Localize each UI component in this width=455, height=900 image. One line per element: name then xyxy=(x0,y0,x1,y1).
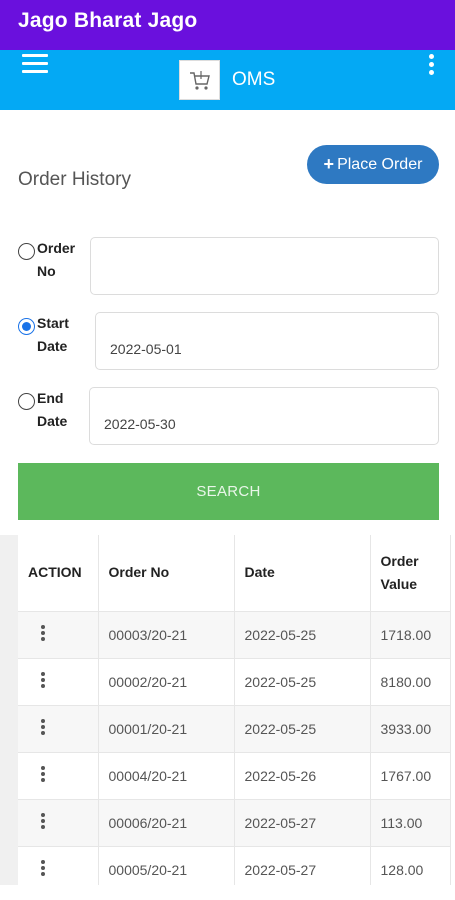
more-vert-icon[interactable] xyxy=(424,54,438,78)
radio-start-date[interactable] xyxy=(18,318,35,335)
order-no-cell: 00004/20-21 xyxy=(98,752,235,800)
start-date-label: Start Date xyxy=(37,315,69,354)
place-order-button[interactable]: + Place Order xyxy=(307,145,439,184)
header-action: ACTION xyxy=(18,535,99,612)
order-no-cell: 00001/20-21 xyxy=(98,705,235,753)
orders-table: ACTION Order No Date Order Value 00003/2… xyxy=(18,535,451,885)
search-button[interactable]: SEARCH xyxy=(18,463,439,520)
order-no-cell: 00002/20-21 xyxy=(98,658,235,706)
row-more-icon[interactable] xyxy=(38,671,48,692)
date-cell: 2022-05-25 xyxy=(234,658,371,706)
end-date-input[interactable]: 2022-05-30 xyxy=(89,387,439,445)
app-title: Jago Bharat Jago xyxy=(18,9,198,32)
hamburger-icon[interactable] xyxy=(22,54,48,76)
row-more-icon[interactable] xyxy=(38,859,48,880)
header-date: Date xyxy=(234,535,371,612)
order-value-cell: 128.00 xyxy=(370,846,451,885)
plus-icon: + xyxy=(323,154,335,174)
end-date-label: End Date xyxy=(37,390,68,429)
row-more-icon[interactable] xyxy=(38,765,48,786)
row-action-cell xyxy=(18,799,99,847)
row-action-cell xyxy=(18,752,99,800)
header-order-value: Order Value xyxy=(370,535,451,612)
table-row[interactable]: 00005/20-21 2022-05-27 128.00 xyxy=(18,846,451,885)
brand-name: OMS xyxy=(232,69,276,90)
row-action-cell xyxy=(18,705,99,753)
table-row[interactable]: 00006/20-21 2022-05-27 113.00 xyxy=(18,799,451,847)
radio-order-no[interactable] xyxy=(18,243,35,260)
table-row[interactable]: 00001/20-21 2022-05-25 3933.00 xyxy=(18,705,451,753)
bottom-spacer xyxy=(0,885,455,900)
date-cell: 2022-05-25 xyxy=(234,705,371,753)
order-value-cell: 113.00 xyxy=(370,799,451,847)
toolbar: OMS xyxy=(0,50,455,110)
order-value-cell: 1767.00 xyxy=(370,752,451,800)
date-cell: 2022-05-27 xyxy=(234,846,371,885)
row-action-cell xyxy=(18,611,99,659)
order-value-cell: 8180.00 xyxy=(370,658,451,706)
order-no-input[interactable] xyxy=(90,237,439,295)
order-value-cell: 1718.00 xyxy=(370,611,451,659)
row-more-icon[interactable] xyxy=(38,718,48,739)
order-value-cell: 3933.00 xyxy=(370,705,451,753)
order-no-cell: 00003/20-21 xyxy=(98,611,235,659)
date-cell: 2022-05-25 xyxy=(234,611,371,659)
order-no-cell: 00005/20-21 xyxy=(98,846,235,885)
table-row[interactable]: 00003/20-21 2022-05-25 1718.00 xyxy=(18,611,451,659)
header-order-no: Order No xyxy=(98,535,235,612)
date-cell: 2022-05-27 xyxy=(234,799,371,847)
row-action-cell xyxy=(18,846,99,885)
page-title: Order History xyxy=(18,169,131,190)
row-action-cell xyxy=(18,658,99,706)
row-more-icon[interactable] xyxy=(38,624,48,645)
order-no-label: Order No xyxy=(37,240,76,279)
app-titlebar: Jago Bharat Jago xyxy=(0,0,455,50)
start-date-input[interactable]: 2022-05-01 xyxy=(95,312,439,370)
table-row[interactable]: 00002/20-21 2022-05-25 8180.00 xyxy=(18,658,451,706)
order-no-cell: 00006/20-21 xyxy=(98,799,235,847)
cart-logo-icon xyxy=(189,71,210,90)
orders-table-container[interactable]: ACTION Order No Date Order Value 00003/2… xyxy=(0,535,455,885)
place-order-label: Place Order xyxy=(337,155,423,173)
table-row[interactable]: 00004/20-21 2022-05-26 1767.00 xyxy=(18,752,451,800)
date-cell: 2022-05-26 xyxy=(234,752,371,800)
row-more-icon[interactable] xyxy=(38,812,48,833)
table-header-row: ACTION Order No Date Order Value xyxy=(18,535,451,612)
radio-end-date[interactable] xyxy=(18,393,35,410)
header-order-value-label: Order Value xyxy=(380,552,419,592)
logo xyxy=(179,60,220,100)
